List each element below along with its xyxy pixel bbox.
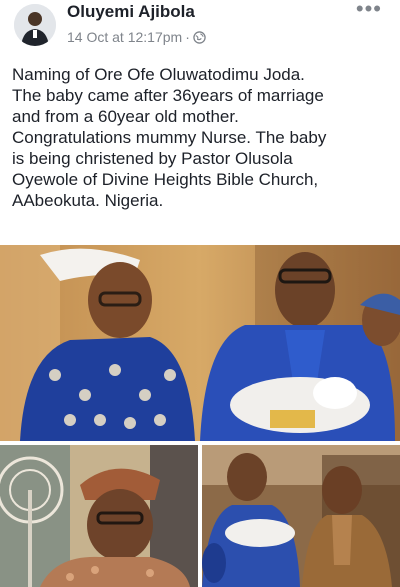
meta-separator: ·	[185, 29, 190, 45]
post-text-line: Congratulations mummy Nurse. The baby	[12, 128, 327, 147]
post-text-line: AAbeokuta. Nigeria.	[12, 191, 164, 210]
photo-bottom-right[interactable]	[202, 445, 400, 587]
post-text-line: Oyewole of Divine Heights Bible Church,	[12, 170, 319, 189]
globe-icon	[193, 31, 206, 47]
author-name[interactable]: Oluyemi Ajibola	[67, 2, 195, 22]
photo-main[interactable]	[0, 245, 400, 441]
photo-grid	[0, 245, 400, 587]
post-timestamp[interactable]: 14 Oct at 12:17pm	[67, 29, 182, 45]
more-options-button[interactable]: •••	[356, 0, 382, 20]
post-text-line: The baby came after 36years of marriage	[12, 86, 324, 105]
post-text-line: is being christened by Pastor Olusola	[12, 149, 293, 168]
post-text-line: and from a 60year old mother.	[12, 107, 239, 126]
avatar[interactable]	[14, 4, 56, 46]
post-text: Naming of Ore Ofe Oluwatodimu Joda. The …	[12, 64, 392, 211]
post-header: Oluyemi Ajibola 14 Oct at 12:17pm · •••	[0, 0, 400, 52]
post-text-line: Naming of Ore Ofe Oluwatodimu Joda.	[12, 65, 305, 84]
photo-bottom-left[interactable]	[0, 445, 198, 587]
post-meta: 14 Oct at 12:17pm ·	[67, 29, 206, 47]
